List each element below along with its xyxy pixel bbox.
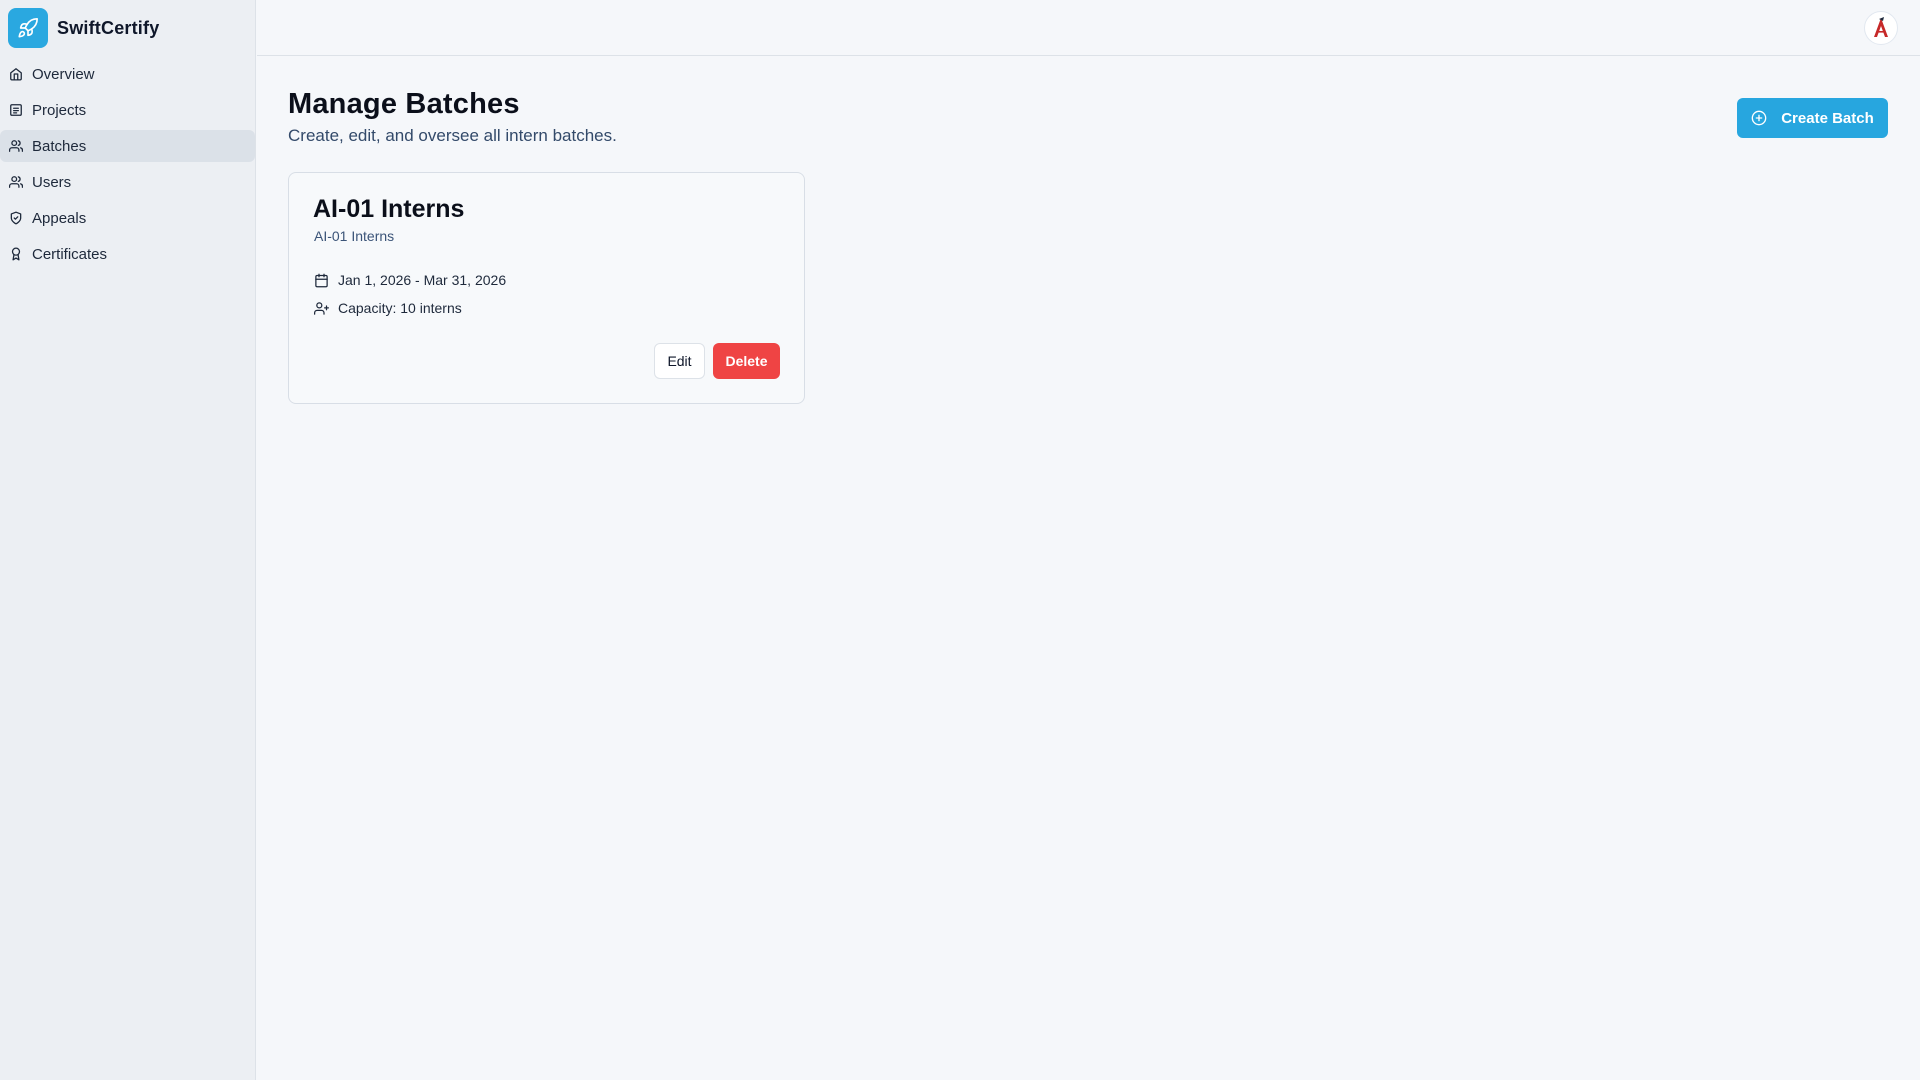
- batch-name: AI-01 Interns: [313, 195, 465, 223]
- sidebar-item-label: Batches: [32, 137, 87, 155]
- sidebar-item-projects[interactable]: Projects: [0, 94, 255, 126]
- user-plus-icon: [314, 301, 329, 316]
- plus-circle-icon: [1751, 110, 1767, 126]
- users-icon: [9, 175, 23, 189]
- create-batch-label: Create Batch: [1781, 109, 1874, 127]
- sidebar-nav: Overview Projects Batches Users Appeals: [0, 58, 255, 270]
- home-icon: [9, 67, 23, 81]
- sidebar-item-batches[interactable]: Batches: [0, 130, 255, 162]
- sidebar-item-label: Projects: [32, 101, 87, 119]
- top-bar: [257, 0, 1920, 56]
- shield-icon: [9, 211, 23, 225]
- edit-button[interactable]: Edit: [654, 343, 705, 379]
- create-batch-button[interactable]: Create Batch: [1737, 98, 1888, 138]
- sidebar-item-label: Certificates: [32, 245, 108, 263]
- batch-description: AI-01 Interns: [314, 228, 395, 244]
- document-icon: [9, 103, 23, 117]
- sidebar-item-appeals[interactable]: Appeals: [0, 202, 255, 234]
- page-title: Manage Batches: [288, 88, 520, 120]
- rocket-icon: [8, 8, 48, 48]
- avatar-logo-icon: [1874, 17, 1888, 37]
- sidebar-item-certificates[interactable]: Certificates: [0, 238, 255, 270]
- batch-dates: Jan 1, 2026 - Mar 31, 2026: [314, 272, 506, 288]
- sidebar-item-label: Overview: [32, 65, 95, 83]
- sidebar-item-users[interactable]: Users: [0, 166, 255, 198]
- brand[interactable]: SwiftCertify: [0, 0, 255, 56]
- batch-card: AI-01 Interns AI-01 Interns Jan 1, 2026 …: [288, 172, 805, 404]
- sidebar-item-label: Users: [32, 173, 72, 191]
- award-icon: [9, 247, 23, 261]
- users-icon: [9, 139, 23, 153]
- batch-dates-text: Jan 1, 2026 - Mar 31, 2026: [338, 272, 507, 288]
- sidebar-item-label: Appeals: [32, 209, 87, 227]
- batch-capacity-text: Capacity: 10 interns: [338, 300, 462, 316]
- calendar-icon: [314, 273, 329, 288]
- sidebar: SwiftCertify Overview Projects Batches U…: [0, 0, 256, 1080]
- batch-capacity: Capacity: 10 interns: [314, 300, 462, 316]
- user-avatar[interactable]: [1864, 11, 1898, 45]
- delete-button[interactable]: Delete: [713, 343, 780, 379]
- page-subtitle: Create, edit, and oversee all intern bat…: [288, 126, 617, 145]
- sidebar-item-overview[interactable]: Overview: [0, 58, 255, 90]
- app-name: SwiftCertify: [57, 17, 160, 38]
